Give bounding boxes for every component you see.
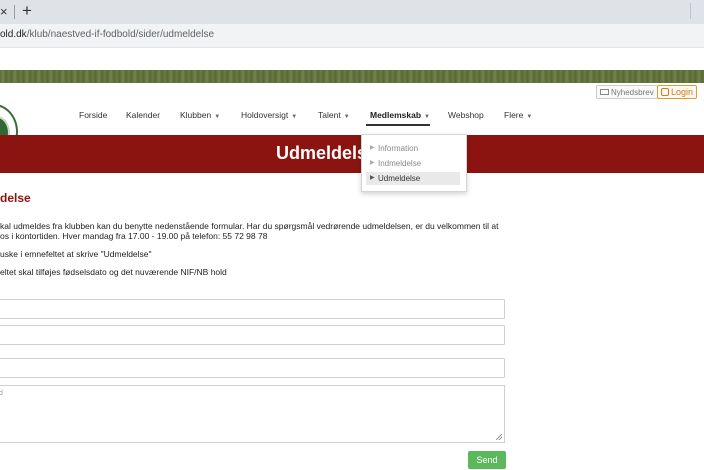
chevron-down-icon: ▼ [214, 114, 221, 120]
subject-instruction: uske i emnefeltet at skrive "Udmeldelse" [0, 249, 152, 259]
url-path: /klub/naestved-if-fodbold/sider/udmeldel… [26, 29, 215, 40]
textarea-placeholder: d [0, 390, 3, 397]
nav-item-forside[interactable]: Forside [79, 108, 107, 122]
url-text[interactable]: old.dk/klub/naestved-if-fodbold/sider/ud… [0, 29, 214, 40]
page-top-spacer [0, 48, 704, 70]
send-button[interactable]: Send [468, 451, 506, 469]
nav-label: Kalender [126, 110, 161, 120]
bullet-icon: ▶ [370, 145, 375, 151]
intro-text-line-2: os i kontortiden. Hver mandag fra 17.00 … [0, 231, 268, 241]
chevron-down-icon: ▼ [526, 114, 533, 120]
login-button[interactable]: Login [657, 85, 698, 99]
close-tab-icon[interactable]: × [0, 4, 12, 19]
nav-label: Forside [79, 110, 108, 120]
nav-label: Talent [318, 110, 341, 120]
nav-label: Klubben [180, 110, 212, 120]
dropdown-item-label: Udmeldelse [378, 174, 421, 183]
resize-grip-icon[interactable] [496, 434, 502, 440]
page-heading: delse [0, 191, 31, 205]
nav-item-medlemskab[interactable]: Medlemskab ▼ [370, 108, 430, 124]
dropdown-item-label: Information [378, 144, 419, 153]
dropdown-item-udmeldelse[interactable]: ▶ Udmeldelse [366, 172, 460, 185]
banner-title: Udmeldels [276, 143, 368, 163]
grass-header-strip [0, 70, 704, 83]
chevron-down-icon: ▼ [343, 114, 350, 120]
nav-item-talent[interactable]: Talent ▼ [318, 108, 350, 124]
url-host: old.dk [0, 29, 27, 40]
bullet-icon: ▶ [370, 160, 375, 166]
medlemskab-dropdown: ▶ Information ▶ Indmeldelse ▶ Udmeldelse [361, 134, 467, 192]
nav-label: Medlemskab [370, 110, 422, 120]
message-textarea[interactable]: d [0, 385, 505, 443]
mail-icon [600, 89, 609, 95]
newsletter-label: Nyhedsbrev [611, 87, 654, 97]
dropdown-item-indmeldelse[interactable]: ▶ Indmeldelse [366, 157, 460, 170]
chevron-down-icon: ▼ [291, 114, 298, 120]
nav-item-webshop[interactable]: Webshop [448, 108, 484, 122]
birthdate-instruction: eltet skal tilføjes fødselsdato og det n… [0, 267, 227, 277]
browser-tab-bar: × + [0, 0, 704, 24]
nav-item-flere[interactable]: Flere ▼ [504, 108, 532, 124]
nav-label: Webshop [448, 110, 484, 120]
nav-label: Flere [504, 110, 524, 120]
nav-label: Holdoversigt [241, 110, 289, 120]
new-tab-icon[interactable]: + [22, 1, 32, 21]
address-bar[interactable]: old.dk/klub/naestved-if-fodbold/sider/ud… [0, 24, 704, 48]
intro-text-line-1: kal udmeldes fra klubben kan du benytte … [0, 221, 499, 231]
name-field[interactable] [0, 299, 505, 319]
chevron-down-icon: ▼ [424, 114, 430, 120]
login-icon [661, 88, 669, 96]
tab-bar-divider [690, 3, 691, 19]
login-label: Login [671, 87, 694, 97]
newsletter-link[interactable]: Nyhedsbrev [596, 85, 658, 99]
dropdown-item-information[interactable]: ▶ Information [366, 142, 460, 155]
bullet-icon: ▶ [370, 175, 375, 181]
tab-separator [14, 5, 15, 19]
email-field[interactable] [0, 325, 505, 345]
nav-item-klubben[interactable]: Klubben ▼ [180, 108, 220, 124]
subject-field[interactable] [0, 358, 505, 378]
nav-item-holdoversigt[interactable]: Holdoversigt ▼ [241, 108, 297, 124]
dropdown-item-label: Indmeldelse [378, 159, 422, 168]
active-nav-indicator [366, 124, 430, 126]
nav-item-kalender[interactable]: Kalender [126, 108, 160, 122]
